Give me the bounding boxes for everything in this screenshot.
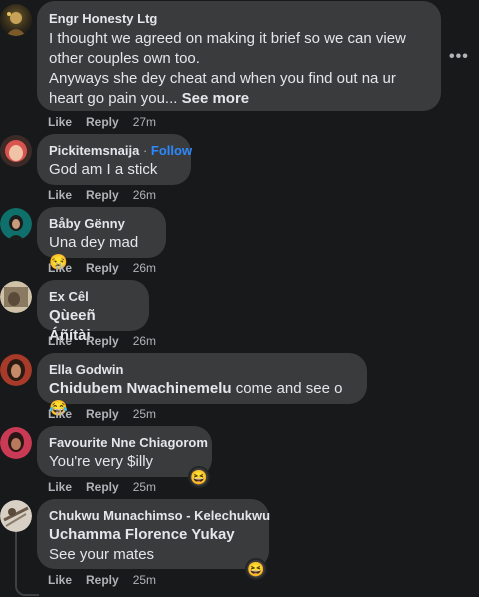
timestamp[interactable]: 26m [133,334,156,348]
comment-text: I thought we agreed on making it brief s… [49,29,429,109]
commenter-name[interactable]: Favourite Nne Chiagorom [49,434,208,451]
comment-line: other couples own too. [49,50,200,67]
thread-curve [15,580,39,596]
like-button[interactable]: Like [48,261,72,275]
comment-actions: Like Reply 26m [48,188,156,202]
comment-bubble: Ex Cêl Qùeeñ Áñítài [37,280,149,344]
comment-bubble: Engr Honesty Ltg I thought we agreed on … [37,1,441,111]
reply-button[interactable]: Reply [86,573,119,587]
comment-text: You're very $illy [49,453,154,470]
see-more-link[interactable]: See more [182,90,250,107]
timestamp[interactable]: 26m [133,261,156,275]
comment-bubble: Pickitemsnaija · Follow God am I a stick [37,134,192,185]
laughing-reaction-icon[interactable]: 😆 [188,466,210,488]
like-button[interactable]: Like [48,480,72,494]
like-button[interactable]: Like [48,573,72,587]
follow-button[interactable]: Follow [151,143,192,158]
comment-text: Uchamma Florence Yukay [49,525,257,545]
comment-bubble: Ella Godwin Chidubem Nwachinemelu come a… [37,353,367,417]
timestamp[interactable]: 27m [133,115,156,129]
avatar-image [0,500,32,532]
avatar-image [6,12,26,36]
comment-actions: Like Reply 25m [48,573,156,587]
timestamp[interactable]: 25m [133,573,156,587]
avatar-image [0,135,32,167]
comment-actions: Like Reply 26m [48,334,156,348]
laughing-reaction-icon[interactable]: 😆 [245,558,267,580]
comment-bubble: Båby Gënny Una dey mad😒 [37,207,166,271]
comment-actions: Like Reply 26m [48,261,156,275]
avatar[interactable] [0,500,32,532]
comment-bubble: Favourite Nne Chiagorom You're very $ill… [37,426,212,477]
like-button[interactable]: Like [48,334,72,348]
commenter-name[interactable]: Ex Cêl [49,288,137,305]
reply-button[interactable]: Reply [86,188,119,202]
avatar-image [0,427,32,459]
reply-button[interactable]: Reply [86,334,119,348]
commenter-name[interactable]: Chukwu Munachimso - Kelechukwu [49,507,270,524]
comment-text-body: Una dey mad [49,234,139,251]
avatar[interactable] [0,427,32,459]
reply-button[interactable]: Reply [86,407,119,421]
commenter-name[interactable]: Engr Honesty Ltg [49,10,429,27]
commenter-name[interactable]: Båby Gënny [49,215,154,232]
comment-bubble: Chukwu Munachimso - Kelechukwu Uchamma F… [37,499,270,569]
comment-line: heart go pain you... [49,90,178,107]
timestamp[interactable]: 25m [133,407,156,421]
commenter-name-text[interactable]: Pickitemsnaija [49,143,139,158]
mentioned-user-link[interactable]: Uchamma Florence Yukay [49,526,235,543]
like-button[interactable]: Like [48,115,72,129]
comment-actions: Like Reply 25m [48,480,156,494]
comment-line: Anyways she dey cheat and when you find … [49,70,396,87]
comment-text-body: See your mates [49,546,155,563]
avatar[interactable] [0,208,32,240]
avatar[interactable] [0,135,32,167]
avatar-image [0,354,32,386]
comment-actions: Like Reply 27m [48,115,156,129]
avatar-image [0,208,32,240]
commenter-name: Pickitemsnaija · Follow [49,142,192,159]
thread-line [15,528,17,580]
comment-text: God am I a stick [49,161,158,178]
timestamp[interactable]: 25m [133,480,156,494]
reply-button[interactable]: Reply [86,480,119,494]
more-options-icon[interactable]: ••• [449,48,469,66]
separator: · [142,143,148,158]
avatar-image [0,281,32,313]
timestamp[interactable]: 26m [133,188,156,202]
commenter-name[interactable]: Ella Godwin [49,361,355,378]
reply-button[interactable]: Reply [86,115,119,129]
avatar[interactable] [0,281,32,313]
comment-actions: Like Reply 25m [48,407,156,421]
like-button[interactable]: Like [48,188,72,202]
comment-line: I thought we agreed on making it brief s… [49,30,406,47]
like-button[interactable]: Like [48,407,72,421]
avatar[interactable] [0,4,32,36]
reply-button[interactable]: Reply [86,261,119,275]
avatar[interactable] [0,354,32,386]
mentioned-user-link[interactable]: Chidubem Nwachinemelu [49,380,232,397]
comment-text-body: come and see o [231,380,343,397]
